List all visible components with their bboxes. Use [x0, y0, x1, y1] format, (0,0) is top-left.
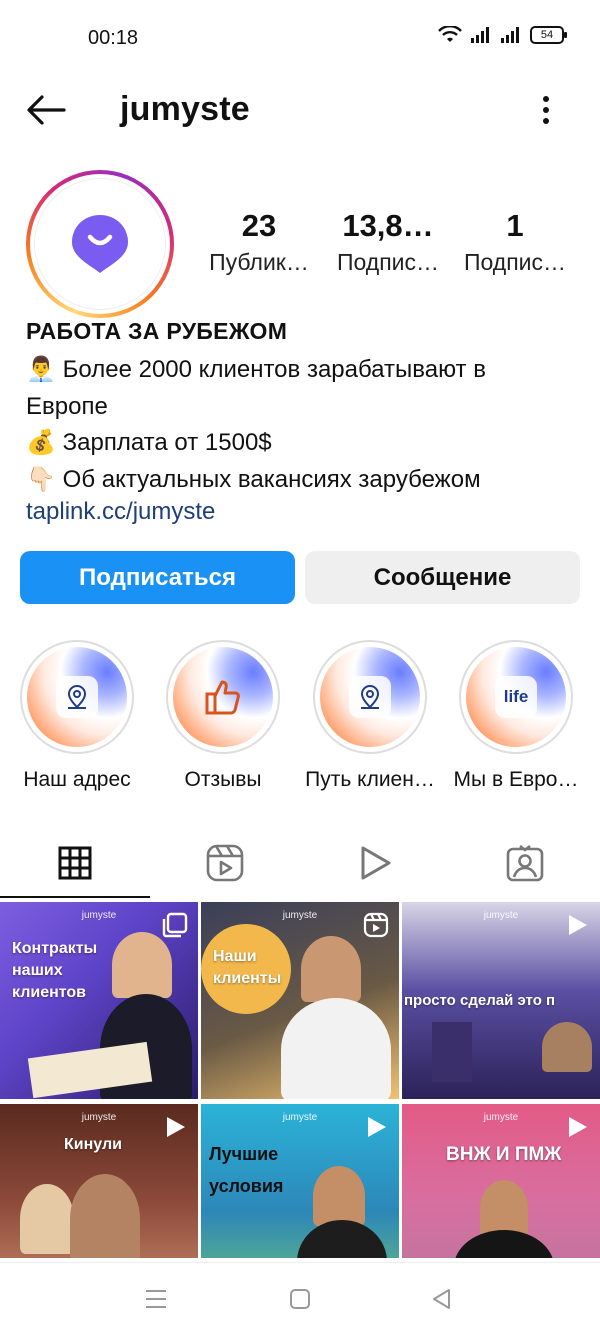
highlight-our-address[interactable]: Наш адрес	[3, 640, 151, 792]
highlight-label: Наш адрес	[23, 768, 131, 791]
square-icon	[290, 1289, 310, 1309]
post-caption-text: ВНЖ И ПМЖ	[446, 1144, 562, 1165]
thumbs-up-icon	[205, 680, 240, 715]
map-pin-icon	[360, 685, 380, 709]
triangle-back-icon	[433, 1289, 450, 1309]
post-thumbnail[interactable]: jumyste ВНЖ И ПМЖ	[402, 1104, 600, 1258]
bio-line: 👨‍💼 Более 2000 клиентов зарабатывают в	[26, 352, 566, 389]
active-tab-indicator	[0, 896, 150, 898]
status-time: 00:18	[88, 27, 139, 49]
posts-grid: jumyste Контракты наших клиентов jumyste…	[0, 902, 600, 1258]
more-vertical-icon	[543, 96, 549, 124]
bio-line: 💰 Зарплата от 1500$	[26, 425, 566, 462]
status-icons: 54	[438, 26, 567, 44]
arrow-left-icon	[27, 95, 66, 125]
follow-button[interactable]: Подписаться	[20, 551, 295, 604]
profile-tabs	[0, 830, 600, 900]
message-button[interactable]: Сообщение	[305, 551, 580, 604]
top-bar: jumyste	[0, 80, 600, 140]
highlight-label: Путь клиен…	[305, 768, 435, 791]
tagged-user-icon	[506, 844, 544, 882]
stat-posts-label: Публик…	[209, 249, 309, 275]
status-bar: 00:18 54	[0, 0, 600, 76]
stat-following[interactable]: 1 Подпис…	[456, 206, 574, 278]
tab-posts-grid[interactable]	[0, 830, 150, 896]
life-badge: life	[495, 676, 537, 718]
highlight-client-path[interactable]: Путь клиен…	[296, 640, 444, 792]
carousel-icon	[162, 912, 188, 938]
play-icon	[569, 915, 587, 935]
person-body	[454, 1230, 554, 1258]
stat-followers[interactable]: 13,8… Подпис…	[328, 206, 448, 278]
person-head	[70, 1174, 140, 1258]
post-thumbnail[interactable]: jumyste Наши клиенты	[201, 902, 399, 1099]
highlight-label: Отзывы	[184, 768, 262, 791]
play-icon	[368, 1117, 386, 1137]
person-head	[20, 1184, 74, 1254]
post-caption-text: Кинули	[64, 1136, 122, 1153]
signal-icon-2	[501, 27, 519, 43]
tab-tagged[interactable]	[450, 830, 600, 896]
office-worker-emoji: 👨‍💼	[26, 356, 56, 383]
post-caption-text: Контракты наших клиентов	[12, 940, 98, 1001]
stat-posts-value: 23	[241, 208, 277, 243]
post-thumbnail[interactable]: jumyste Контракты наших клиентов	[0, 902, 198, 1099]
post-thumbnail[interactable]: jumyste Кинули	[0, 1104, 198, 1258]
profile-bio: 👨‍💼 Более 2000 клиентов зарабатывают в Е…	[26, 352, 566, 498]
building-silhouette	[432, 1022, 472, 1082]
stat-following-value: 1	[506, 208, 524, 243]
system-navigation-bar	[0, 1262, 600, 1332]
post-caption-text: Лучшие условия	[209, 1144, 284, 1196]
grid-icon	[58, 846, 92, 880]
money-bag-emoji: 💰	[26, 429, 56, 456]
signal-icon	[471, 27, 489, 43]
play-icon	[361, 846, 391, 880]
map-pin-icon	[67, 685, 87, 709]
highlight-reviews[interactable]: Отзывы	[149, 640, 297, 792]
person-head	[313, 1166, 365, 1226]
highlight-label: Мы в Евро…	[453, 768, 579, 791]
post-thumbnail[interactable]: jumyste Лучшие условия	[201, 1104, 399, 1258]
bio-line: Европе	[26, 392, 108, 420]
battery-indicator: 54	[530, 26, 567, 44]
reels-icon	[363, 912, 389, 938]
post-caption-text: просто сделай это п	[404, 992, 556, 1009]
tab-reels[interactable]	[150, 830, 300, 896]
brand-logo-pin-icon	[72, 215, 128, 273]
profile-stats: 23 Публик… 13,8… Подпис… 1 Подпис…	[200, 206, 580, 286]
profile-link[interactable]: taplink.cc/jumyste	[26, 498, 215, 526]
bio-line: 👇🏻 Об актуальных вакансиях зарубежом	[26, 462, 566, 499]
play-icon	[569, 1117, 587, 1137]
highlight-in-europe[interactable]: life Мы в Евро…	[442, 640, 590, 792]
pointing-down-emoji: 👇🏻	[26, 465, 56, 493]
play-icon	[167, 1117, 185, 1137]
recent-apps-button[interactable]	[138, 1281, 174, 1317]
profile-username: jumyste	[120, 90, 250, 128]
more-options-button[interactable]	[532, 92, 560, 128]
stat-followers-label: Подпис…	[336, 249, 440, 275]
back-nav-button[interactable]	[424, 1281, 460, 1317]
person-body	[297, 1220, 387, 1258]
tab-videos[interactable]	[300, 830, 450, 896]
stat-following-label: Подпис…	[463, 249, 567, 275]
person-body	[281, 998, 391, 1099]
story-highlights: Наш адрес Отзывы Путь клиен… life Мы в Е…	[0, 640, 600, 800]
person-head	[301, 936, 361, 1002]
reels-icon	[206, 844, 244, 882]
post-thumbnail[interactable]: jumyste просто сделай это п	[402, 902, 600, 1099]
stat-followers-value: 13,8…	[342, 208, 434, 243]
wifi-icon	[438, 26, 462, 42]
back-button[interactable]	[24, 92, 68, 128]
post-caption-text: Наши клиенты	[213, 948, 282, 987]
stat-posts[interactable]: 23 Публик…	[200, 206, 318, 278]
person-head	[480, 1180, 528, 1236]
avatar	[34, 178, 166, 310]
profile-display-name: РАБОТА ЗА РУБЕЖОМ	[26, 318, 288, 344]
person-head	[112, 932, 172, 998]
menu-icon	[146, 1290, 166, 1308]
home-button[interactable]	[282, 1281, 318, 1317]
avatar-story-ring[interactable]	[26, 170, 174, 318]
person-head	[542, 1022, 592, 1072]
